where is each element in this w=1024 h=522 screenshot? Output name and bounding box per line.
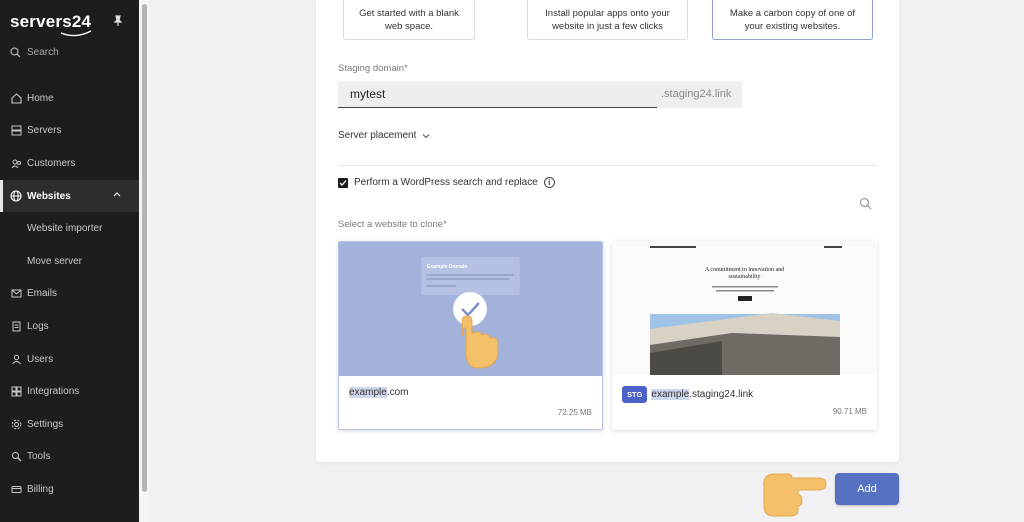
wp-search-replace-label: Perform a WordPress search and replace [354, 177, 538, 188]
integrations-icon [10, 386, 22, 398]
sidebar-search[interactable]: Search [10, 47, 59, 58]
info-icon[interactable]: i [543, 177, 555, 188]
server-icon [10, 125, 22, 137]
sidebar-item-customers[interactable]: Customers [0, 147, 139, 180]
divider [338, 165, 877, 166]
preview-heading: A commitment to innovation and sustainab… [704, 267, 785, 280]
sidebar-item-label: Move server [27, 255, 83, 267]
sidebar-item-label: Logs [27, 320, 49, 332]
sidebar-item-label: Integrations [27, 386, 80, 398]
select-website-label: Select a website to clone* [338, 219, 447, 230]
sidebar-item-label: Billing [27, 483, 54, 495]
sidebar-item-tools[interactable]: Tools [0, 441, 139, 474]
sidebar-item-label: Settings [27, 418, 64, 430]
customers-icon [10, 157, 22, 169]
scrollbar-thumb[interactable] [142, 4, 147, 492]
server-placement-label: Server placement [338, 130, 417, 141]
sidebar-item-servers[interactable]: Servers [0, 115, 139, 148]
site-name-match: example [349, 387, 387, 398]
sidebar-item-websites[interactable]: Websites [0, 179, 139, 213]
wp-search-replace-row: Perform a WordPress search and replace i [338, 177, 555, 188]
site-card-example-staging[interactable]: A commitment to innovation and sustainab… [612, 241, 877, 430]
site-search-icon[interactable] [859, 197, 872, 210]
sidebar-item-label: Servers [27, 125, 62, 137]
staging-badge: STG [622, 386, 648, 403]
logs-icon [10, 320, 22, 332]
sidebar-item-logs[interactable]: Logs [0, 310, 139, 343]
billing-icon [10, 483, 22, 495]
site-card-example-com[interactable]: Example Domain example.com 72.25 MB [338, 241, 603, 430]
site-name: example.com [349, 387, 408, 398]
sidebar-item-label: Users [27, 353, 54, 365]
sidebar-item-label: Emails [27, 288, 58, 300]
option-install-apps[interactable]: Install popular apps onto your website i… [527, 0, 688, 40]
option-blank-space[interactable]: Get started with a blank web space. [343, 0, 475, 40]
server-placement-toggle[interactable]: Server placement [338, 130, 430, 141]
staging-domain-input[interactable]: mytest [338, 81, 657, 108]
site-size: 72.25 MB [557, 408, 592, 417]
option-clone-text: Make a carbon copy of one of your existi… [729, 7, 856, 32]
tools-icon [10, 451, 22, 463]
chevron-down-icon [422, 133, 430, 138]
sidebar-item-label: Websites [27, 190, 71, 202]
staging-domain-suffix: .staging24.link [657, 81, 742, 108]
sidebar-item-label: Tools [27, 451, 51, 463]
option-apps-text: Install popular apps onto your website i… [545, 7, 670, 32]
logo-swoosh-icon [60, 30, 92, 37]
sidebar-item-integrations[interactable]: Integrations [0, 375, 139, 408]
pointing-hand-icon [763, 473, 827, 517]
chevron-up-icon [113, 191, 121, 197]
site-name-rest: .com [386, 387, 409, 398]
sidebar-item-billing[interactable]: Billing [0, 473, 139, 506]
gear-icon [10, 418, 22, 430]
search-label: Search [27, 47, 59, 58]
site-preview-thumbnail [612, 241, 877, 375]
sidebar-item-label: Home [27, 92, 54, 104]
preview-title: Example Domain [427, 264, 468, 270]
pin-icon[interactable] [112, 15, 124, 27]
sidebar-item-label: Website importer [27, 223, 103, 235]
users-icon [10, 353, 22, 365]
brand-name: servers24 [10, 12, 92, 31]
search-icon [10, 47, 21, 58]
sidebar-nav: Home Servers Customers Websites Website … [0, 82, 139, 506]
add-button[interactable]: Add [835, 473, 899, 505]
site-name: STG example .staging24.link [622, 386, 753, 403]
sidebar-item-website-importer[interactable]: Website importer [0, 212, 139, 245]
option-blank-text: Get started with a blank web space. [359, 7, 459, 32]
sidebar-item-move-server[interactable]: Move server [0, 245, 139, 278]
sidebar-item-users[interactable]: Users [0, 343, 139, 376]
globe-icon [10, 190, 22, 202]
site-name-rest: .staging24.link [689, 389, 754, 400]
wp-search-replace-checkbox[interactable] [338, 177, 348, 188]
sidebar-item-emails[interactable]: Emails [0, 278, 139, 311]
brand-logo[interactable]: servers24 [10, 10, 92, 37]
staging-domain-label: Staging domain* [338, 63, 408, 74]
checkmark-icon [339, 179, 347, 186]
sidebar-item-home[interactable]: Home [0, 82, 139, 115]
sidebar-item-label: Customers [27, 157, 76, 169]
sidebar-item-settings[interactable]: Settings [0, 408, 139, 441]
home-icon [10, 92, 22, 104]
site-preview-thumbnail [339, 242, 602, 376]
site-size: 90.71 MB [832, 407, 867, 416]
mail-icon [10, 288, 22, 300]
sidebar: servers24 Search Home Servers Customers … [0, 0, 139, 522]
option-clone-website[interactable]: Make a carbon copy of one of your existi… [712, 0, 873, 40]
site-name-match: example [651, 389, 690, 400]
